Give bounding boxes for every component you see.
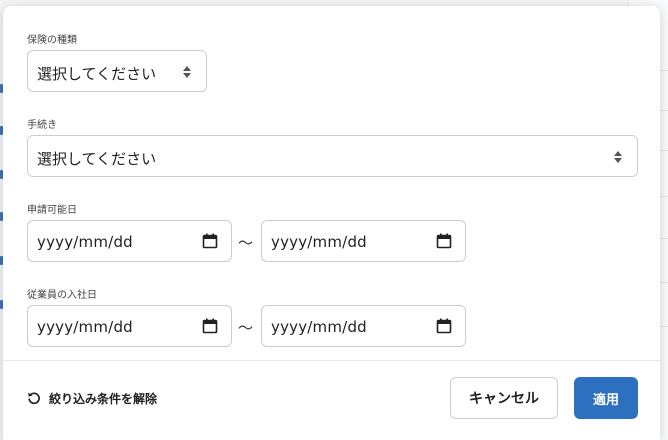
procedure-value: 選択してください [37,150,157,168]
filter-panel: 保険の種類 選択してください 手続き 選択してください 申請可能日 yyyy/m… [3,6,660,440]
reset-filters-label: 絞り込み条件を解除 [49,391,158,406]
application-date-to-input[interactable]: yyyy/mm/dd [261,220,466,262]
cancel-button[interactable]: キャンセル [450,377,558,419]
date-placeholder: yyyy/mm/dd [37,233,133,251]
hire-date-from-input[interactable]: yyyy/mm/dd [27,305,232,347]
insurance-type-select[interactable]: 選択してください [27,50,207,92]
date-placeholder: yyyy/mm/dd [271,233,367,251]
procedure-label: 手続き [27,120,57,131]
calendar-icon[interactable] [436,233,452,249]
undo-icon [28,392,40,405]
date-range-separator: ～ [238,234,254,252]
insurance-type-value: 選択してください [37,65,157,83]
date-placeholder: yyyy/mm/dd [37,318,133,336]
application-date-label: 申請可能日 [27,205,77,216]
application-date-from-input[interactable]: yyyy/mm/dd [27,220,232,262]
select-updown-icon [614,151,622,163]
date-range-separator: ～ [238,319,254,337]
select-updown-icon [183,66,191,78]
hire-date-label: 従業員の入社日 [27,290,97,301]
procedure-select[interactable]: 選択してください [27,135,638,177]
footer-divider [3,360,660,361]
date-placeholder: yyyy/mm/dd [271,318,367,336]
apply-button[interactable]: 適用 [574,377,638,419]
insurance-type-label: 保険の種類 [27,35,77,46]
calendar-icon[interactable] [202,233,218,249]
hire-date-to-input[interactable]: yyyy/mm/dd [261,305,466,347]
reset-filters-button[interactable]: 絞り込み条件を解除 [27,386,157,410]
calendar-icon[interactable] [436,318,452,334]
calendar-icon[interactable] [202,318,218,334]
